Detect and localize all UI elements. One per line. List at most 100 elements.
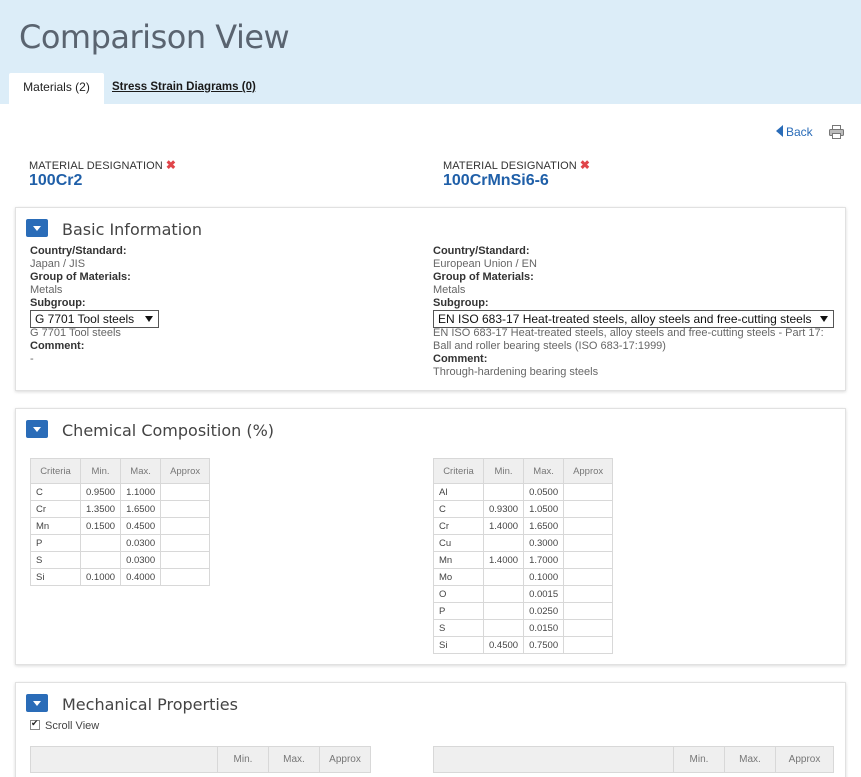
- table-cell: [160, 483, 211, 501]
- column-header: Max.: [120, 458, 162, 484]
- table-cell: Si: [30, 568, 81, 586]
- chevron-down-icon: [145, 316, 153, 322]
- country-value: Japan / JIS: [30, 258, 86, 270]
- collapse-toggle-icon[interactable]: [26, 420, 48, 438]
- country-label: Country/Standard:: [30, 245, 127, 257]
- mechanical-table-header-2: Min. Max. Approx: [433, 746, 834, 773]
- table-row: Mn 0.1500 0.4500: [30, 517, 211, 535]
- table-cell: [563, 534, 614, 552]
- table-row: S 0.0150: [433, 619, 614, 637]
- table-row: Cr 1.3500 1.6500: [30, 500, 211, 518]
- column-header: Min.: [482, 458, 525, 484]
- tab-materials[interactable]: Materials (2): [9, 73, 104, 104]
- table-cell: [160, 517, 211, 535]
- tab-stress-strain-diagrams[interactable]: Stress Strain Diagrams (0): [112, 73, 256, 104]
- table-cell: 0.4500: [482, 636, 525, 654]
- subgroup-select-1[interactable]: G 7701 Tool steels: [30, 310, 159, 328]
- table-cell: [563, 602, 614, 620]
- back-link[interactable]: Back: [776, 125, 813, 139]
- comment-value: -: [30, 353, 34, 365]
- column-header: Max.: [724, 747, 775, 772]
- table-row: S 0.0300: [30, 551, 211, 569]
- subgroup-label: Subgroup:: [30, 297, 86, 309]
- subgroup-selected: EN ISO 683-17 Heat-treated steels, alloy…: [438, 312, 812, 326]
- table-row: C 0.9300 1.0500: [433, 500, 614, 518]
- table-cell: 1.1000: [120, 483, 162, 501]
- subgroup-selected: G 7701 Tool steels: [35, 312, 135, 326]
- panel-title: Chemical Composition (%): [62, 421, 275, 440]
- comment-label: Comment:: [433, 353, 488, 365]
- table-cell: 0.0015: [523, 585, 565, 603]
- material-name-2[interactable]: 100CrMnSi6-6: [443, 172, 549, 190]
- column-header: Criteria: [433, 458, 484, 484]
- column-header: Approx: [319, 747, 370, 772]
- country-value: European Union / EN: [433, 258, 537, 270]
- table-cell: Mn: [433, 551, 484, 569]
- table-cell: [563, 585, 614, 603]
- column-header: Min.: [673, 747, 724, 772]
- table-cell: 1.6500: [120, 500, 162, 518]
- scroll-view-toggle[interactable]: Scroll View: [30, 718, 99, 732]
- material-name-1[interactable]: 100Cr2: [29, 172, 82, 190]
- table-header-row: Criteria Min. Max. Approx: [433, 458, 614, 484]
- table-row: P 0.0250: [433, 602, 614, 620]
- print-icon[interactable]: [829, 125, 844, 139]
- table-cell: [563, 568, 614, 586]
- table-cell: [482, 568, 525, 586]
- table-cell: [482, 602, 525, 620]
- table-cell: [160, 551, 211, 569]
- table-row: C 0.9500 1.1000: [30, 483, 211, 501]
- remove-material-icon[interactable]: ✖: [580, 158, 590, 172]
- table-cell: 1.7000: [523, 551, 565, 569]
- table-row: Cu 0.3000: [433, 534, 614, 552]
- table-row: Si 0.1000 0.4000: [30, 568, 211, 586]
- column-header: Max.: [268, 747, 319, 772]
- table-cell: [482, 619, 525, 637]
- column-header: Min.: [79, 458, 122, 484]
- column-header: Approx: [563, 458, 614, 484]
- collapse-toggle-icon[interactable]: [26, 694, 48, 712]
- table-cell: [482, 585, 525, 603]
- table-row: O 0.0015: [433, 585, 614, 603]
- table-cell: 1.0500: [523, 500, 565, 518]
- group-value: Metals: [30, 284, 63, 296]
- basic-information-panel: Basic Information Country/Standard: Japa…: [15, 207, 846, 391]
- table-cell: Mn: [30, 517, 81, 535]
- table-cell: 0.4000: [120, 568, 162, 586]
- remove-material-icon[interactable]: ✖: [166, 158, 176, 172]
- table-cell: C: [433, 500, 484, 518]
- table-cell: P: [433, 602, 484, 620]
- table-cell: [79, 551, 122, 569]
- chemical-composition-panel: Chemical Composition (%) Criteria Min. M…: [15, 408, 846, 665]
- collapse-toggle-icon[interactable]: [26, 219, 48, 237]
- table-cell: O: [433, 585, 484, 603]
- column-header: Max.: [523, 458, 565, 484]
- table-cell: 1.4000: [482, 517, 525, 535]
- mechanical-properties-panel: Mechanical Properties Scroll View Min. M…: [15, 682, 846, 777]
- criteria-column-header: [434, 747, 673, 772]
- table-row: Al 0.0500: [433, 483, 614, 501]
- chemical-composition-table-2: Criteria Min. Max. Approx Al 0.0500 C 0.930…: [433, 458, 614, 654]
- basic-info-column-1-lower: G 7701 Tool steels Comment: -: [30, 327, 121, 366]
- table-cell: 0.3000: [523, 534, 565, 552]
- table-header-row: Criteria Min. Max. Approx: [30, 458, 211, 484]
- table-cell: [160, 568, 211, 586]
- page-title: Comparison View: [19, 18, 290, 56]
- table-cell: 0.0300: [120, 551, 162, 569]
- subgroup-value-continued: Ball and roller bearing steels (ISO 683-…: [433, 340, 666, 352]
- scroll-view-checkbox[interactable]: [30, 718, 40, 730]
- table-cell: Cr: [30, 500, 81, 518]
- table-row: Cr 1.4000 1.6500: [433, 517, 614, 535]
- table-cell: [563, 551, 614, 569]
- table-row: Mo 0.1000: [433, 568, 614, 586]
- table-row: P 0.0300: [30, 534, 211, 552]
- designation-label: MATERIAL DESIGNATION: [443, 160, 577, 172]
- table-cell: C: [30, 483, 81, 501]
- table-cell: 0.7500: [523, 636, 565, 654]
- column-header: Approx: [775, 747, 833, 772]
- back-arrow-icon: [776, 125, 783, 137]
- table-cell: Cr: [433, 517, 484, 535]
- subgroup-select-2[interactable]: EN ISO 683-17 Heat-treated steels, alloy…: [433, 310, 834, 328]
- table-cell: 0.0300: [120, 534, 162, 552]
- table-cell: Si: [433, 636, 484, 654]
